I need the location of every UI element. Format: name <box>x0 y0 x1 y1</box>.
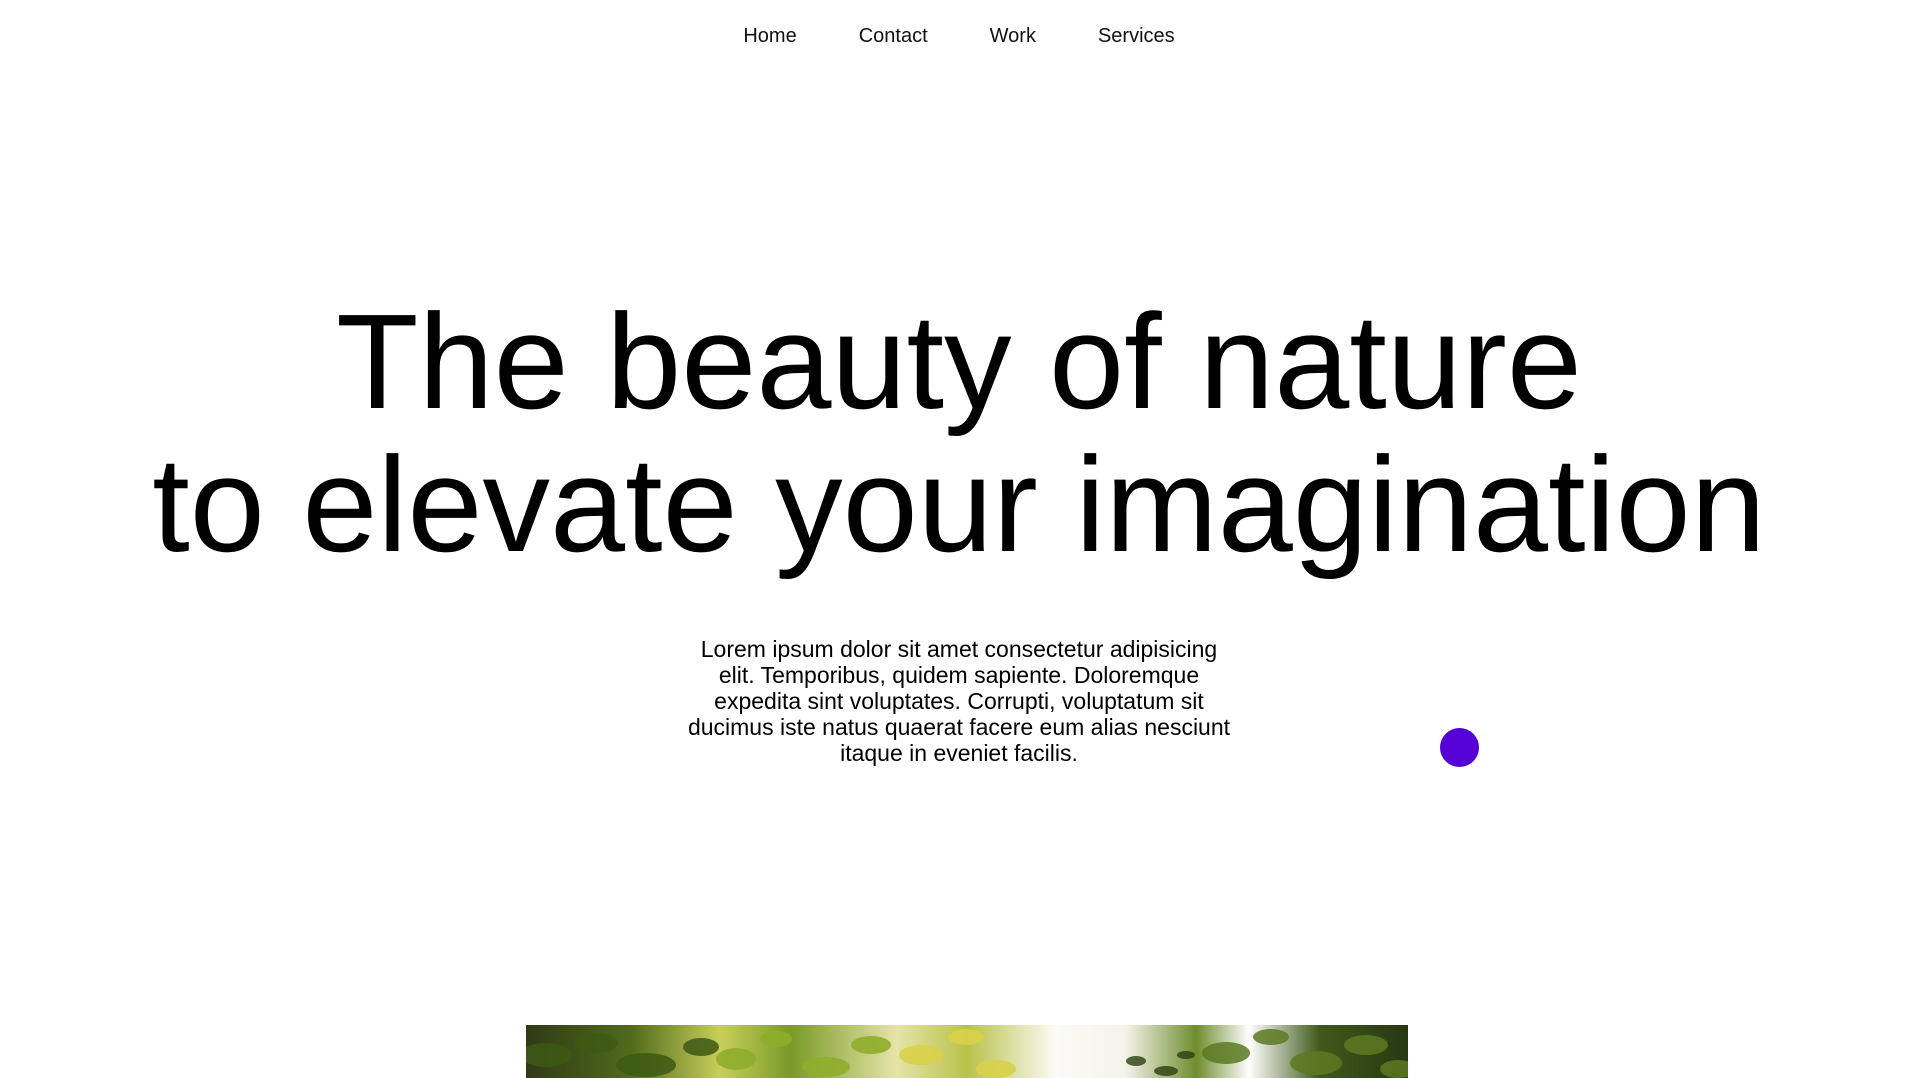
nature-leaves-image <box>526 1025 1408 1078</box>
nav-link-contact[interactable]: Contact <box>859 25 928 47</box>
hero-title-line-2: to elevate your imagination <box>152 429 1766 580</box>
cursor-dot <box>1440 728 1479 767</box>
nav-list: Home Contact Work Services <box>712 24 1205 48</box>
nav-item-home: Home <box>743 24 796 48</box>
page: Home Contact Work Services The beauty of… <box>0 0 1918 1078</box>
main-nav: Home Contact Work Services <box>0 24 1918 48</box>
leaves-illustration <box>526 1029 1408 1078</box>
hero-description: Lorem ipsum dolor sit amet consectetur a… <box>687 636 1231 766</box>
nav-item-services: Services <box>1098 24 1175 48</box>
hero-title-line-1: The beauty of nature <box>336 286 1582 437</box>
nav-link-services[interactable]: Services <box>1098 25 1175 47</box>
nav-item-work: Work <box>990 24 1036 48</box>
nav-link-home[interactable]: Home <box>743 25 796 47</box>
nav-item-contact: Contact <box>859 24 928 48</box>
nav-link-work[interactable]: Work <box>990 25 1036 47</box>
hero-title: The beauty of nature to elevate your ima… <box>0 290 1918 576</box>
